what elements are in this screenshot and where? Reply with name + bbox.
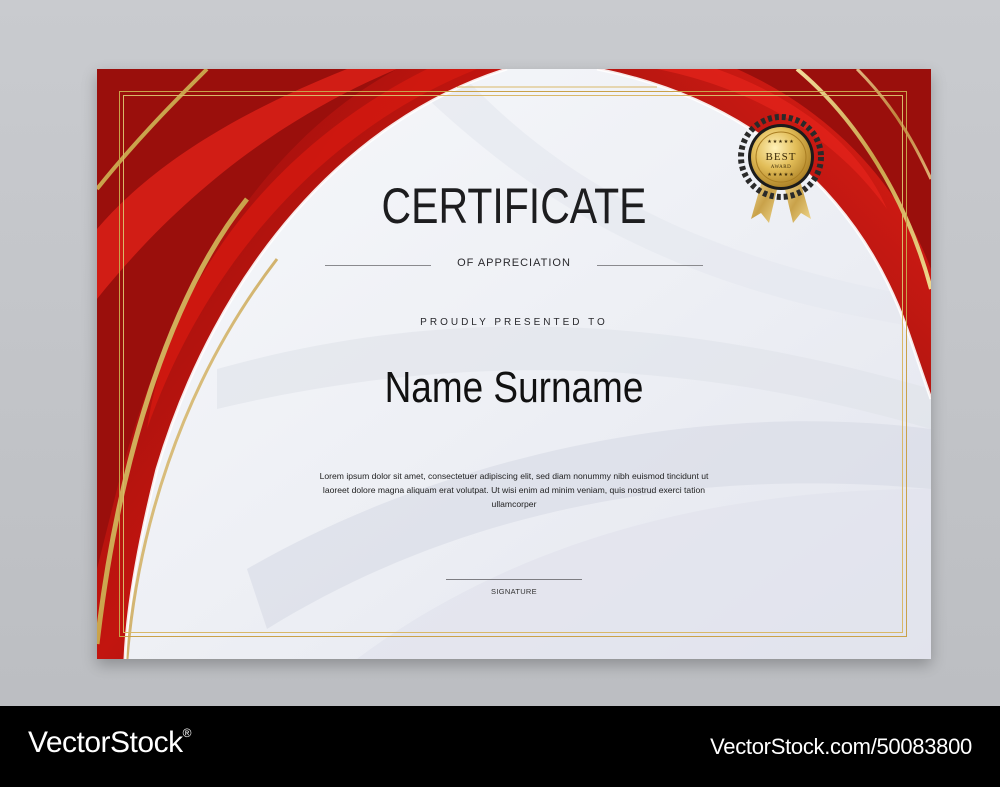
badge-line2: AWARD — [770, 165, 792, 170]
certificate-subtitle: OF APPRECIATION — [457, 257, 571, 269]
award-badge: ★★★★★ BEST AWARD ★★★★★ — [723, 121, 839, 249]
brand-name: VectorStock — [28, 726, 183, 759]
badge-stars-top: ★★★★★ — [767, 140, 795, 145]
divider-right — [597, 265, 703, 266]
badge-stars-bottom: ★★★★★ — [767, 173, 795, 178]
footer-bar: VectorStock® VectorStock.com/50083800 — [0, 706, 1000, 787]
certificate: ★★★★★ BEST AWARD ★★★★★ CERTIFICATE OF AP… — [97, 69, 931, 659]
body-text: Lorem ipsum dolor sit amet, consectetuer… — [319, 471, 709, 509]
signature-line — [446, 579, 582, 580]
divider-left — [325, 265, 431, 266]
registered-mark: ® — [182, 726, 192, 740]
brand-logo: VectorStock® — [28, 726, 191, 760]
presented-to-label: PROUDLY PRESENTED TO — [420, 317, 608, 328]
badge-line1: BEST — [765, 151, 797, 163]
certificate-title: CERTIFICATE — [381, 178, 647, 234]
signature-label: SIGNATURE — [491, 587, 537, 596]
recipient-name: Name Surname — [384, 363, 644, 412]
image-id: VectorStock.com/50083800 — [710, 734, 972, 759]
